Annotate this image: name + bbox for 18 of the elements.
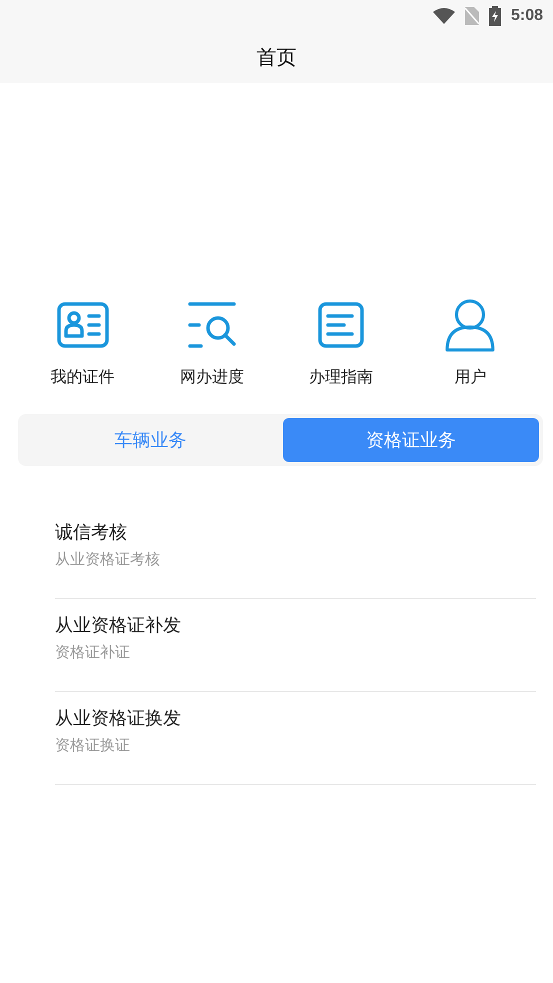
user-icon[interactable] [445, 298, 496, 352]
shortcut-label[interactable]: 我的证件 [50, 367, 115, 388]
shortcut-label[interactable]: 网办进度 [180, 367, 244, 388]
service-subtitle: 从业资格证考核 [55, 550, 160, 569]
shortcut-label[interactable]: 用户 [454, 367, 486, 388]
service-title[interactable]: 从业资格证换发 [55, 706, 181, 730]
service-title[interactable]: 从业资格证补发 [55, 613, 181, 637]
id-card-icon[interactable] [56, 301, 110, 349]
shortcut-label[interactable]: 办理指南 [309, 367, 374, 388]
search-list-icon[interactable] [186, 301, 237, 349]
service-subtitle: 资格证补证 [55, 643, 130, 662]
wifi-icon [432, 8, 455, 24]
battery-icon [488, 6, 501, 26]
page-title: 首页 [256, 44, 296, 71]
clock-time: 5:08 [510, 7, 543, 25]
service-title[interactable]: 诚信考核 [55, 520, 127, 544]
service-subtitle: 资格证换证 [55, 736, 130, 755]
no-sim-icon [464, 7, 479, 25]
